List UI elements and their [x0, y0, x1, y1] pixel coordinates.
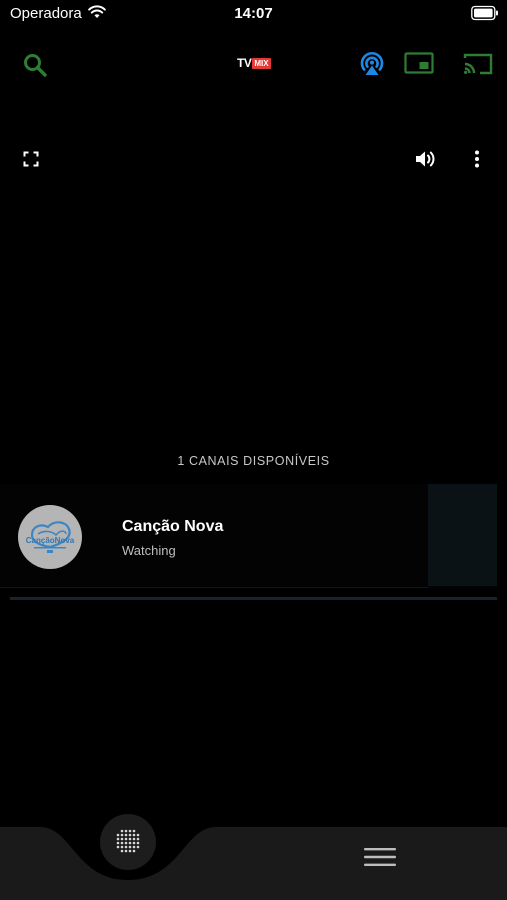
channel-logo-avatar[interactable]: CançãoNova — [18, 505, 82, 569]
fullscreen-button[interactable] — [20, 148, 42, 170]
logo-mix-text: MIX — [252, 57, 271, 69]
app-logo: TV MIX — [237, 56, 271, 70]
search-icon — [24, 54, 47, 77]
list-divider — [10, 597, 497, 600]
logo-tv-text: TV — [237, 56, 252, 70]
airplay-icon — [360, 51, 384, 75]
row-divider — [0, 587, 428, 588]
picture-in-picture-icon — [404, 52, 434, 74]
menu-button[interactable] — [362, 845, 398, 869]
grid-dots-icon — [116, 829, 140, 853]
fullscreen-icon — [23, 151, 39, 167]
cancao-nova-logo-icon: CançãoNova — [26, 521, 75, 553]
battery-icon — [471, 5, 498, 21]
channels-count-label: 1 CANAIS DISPONÍVEIS — [177, 454, 330, 468]
cast-button[interactable] — [461, 50, 495, 78]
status-bar: Operadora 14:07 — [0, 0, 507, 28]
channel-row-accent — [428, 484, 497, 586]
picture-in-picture-button[interactable] — [403, 50, 435, 76]
avatar-logo-text: CançãoNova — [26, 536, 75, 545]
channel-name: Canção Nova — [122, 518, 224, 535]
status-time: 14:07 — [234, 5, 273, 22]
top-toolbar: TV MIX — [0, 42, 507, 86]
more-options-button[interactable] — [466, 147, 488, 171]
channels-grid-button[interactable] — [100, 814, 156, 870]
airplay-button[interactable] — [357, 48, 387, 80]
more-vertical-icon — [475, 150, 479, 168]
volume-button[interactable] — [412, 147, 438, 171]
menu-icon — [364, 848, 396, 866]
bottom-bar — [0, 827, 507, 900]
search-button[interactable] — [20, 50, 50, 80]
volume-icon — [416, 151, 435, 167]
channel-status: Watching — [122, 543, 176, 558]
cast-icon — [463, 53, 493, 75]
